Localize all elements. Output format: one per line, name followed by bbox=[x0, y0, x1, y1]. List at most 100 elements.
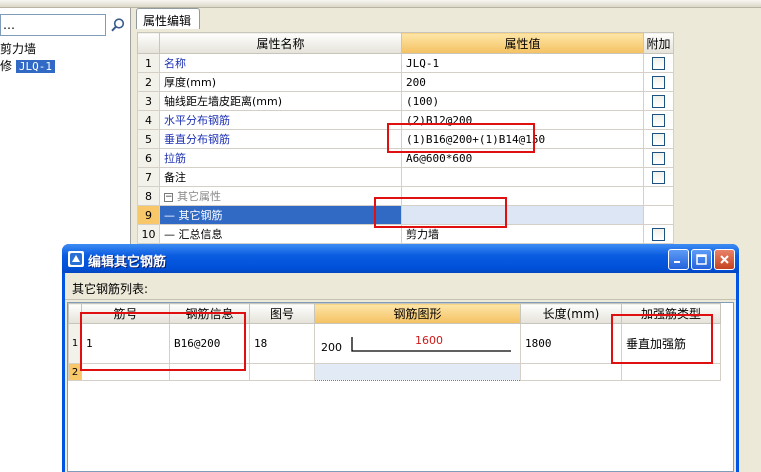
tab-property-edit[interactable]: 属性编辑 bbox=[136, 8, 200, 29]
column-header-type[interactable]: 加强筋类型 bbox=[621, 303, 721, 324]
table-row[interactable]: 6 拉筋 A6@600*600 bbox=[137, 148, 674, 168]
property-value[interactable]: (100) bbox=[401, 91, 644, 111]
rebar-num-cell[interactable]: 1 bbox=[81, 323, 170, 364]
table-row[interactable]: 9 — 其它钢筋 bbox=[137, 205, 674, 225]
extra-cell[interactable] bbox=[643, 91, 674, 111]
length-cell[interactable] bbox=[520, 363, 622, 381]
property-group[interactable]: − 其它属性 bbox=[159, 186, 402, 206]
column-header-extra[interactable]: 附加 bbox=[643, 32, 674, 54]
property-name: 垂直分布钢筋 bbox=[159, 129, 402, 149]
minimize-button[interactable] bbox=[668, 249, 689, 270]
rebar-shape-cell[interactable] bbox=[314, 363, 521, 381]
table-row[interactable]: 1 名称 JLQ-1 bbox=[137, 53, 674, 73]
shape-dim-main: 1600 bbox=[415, 333, 443, 347]
column-header-num[interactable]: 筋号 bbox=[81, 303, 170, 324]
rebar-grid-area: 筋号 钢筋信息 图号 钢筋图形 长度(mm) 加强筋类型 1 1 B16@200… bbox=[67, 302, 734, 472]
property-value bbox=[401, 186, 644, 206]
table-row[interactable]: 1 1 B16@200 18 200 1600 1800 垂直加强筋 bbox=[68, 323, 721, 364]
extra-cell[interactable] bbox=[643, 129, 674, 149]
tree-item-shear-wall[interactable]: 剪力墙 bbox=[0, 40, 36, 57]
extra-cell[interactable] bbox=[643, 148, 674, 168]
property-grid: 属性名称 属性值 附加 1 名称 JLQ-1 2 厚度(mm) 200 3 轴线… bbox=[137, 32, 674, 244]
row-number: 8 bbox=[137, 186, 160, 206]
figure-num-cell[interactable] bbox=[249, 363, 315, 381]
minimize-icon bbox=[674, 261, 680, 263]
table-row[interactable]: 5 垂直分布钢筋 (1)B16@200+(1)B14@150 bbox=[137, 129, 674, 149]
grid-corner bbox=[137, 32, 160, 54]
rebar-grid: 筋号 钢筋信息 图号 钢筋图形 长度(mm) 加强筋类型 1 1 B16@200… bbox=[68, 303, 721, 381]
extra-checkbox[interactable] bbox=[652, 56, 665, 70]
table-row[interactable]: 2 厚度(mm) 200 bbox=[137, 72, 674, 92]
row-number: 2 bbox=[68, 363, 82, 381]
maximize-button[interactable] bbox=[691, 249, 712, 270]
column-header-info[interactable]: 钢筋信息 bbox=[169, 303, 250, 324]
extra-checkbox[interactable] bbox=[652, 151, 665, 165]
extra-cell bbox=[643, 186, 674, 206]
column-header-length[interactable]: 长度(mm) bbox=[520, 303, 622, 324]
row-number: 4 bbox=[137, 110, 160, 130]
close-icon bbox=[720, 255, 729, 264]
rebar-info-cell[interactable] bbox=[169, 363, 250, 381]
extra-checkbox[interactable] bbox=[652, 227, 665, 241]
row-number: 6 bbox=[137, 148, 160, 168]
figure-num-cell[interactable]: 18 bbox=[249, 323, 315, 364]
extra-checkbox[interactable] bbox=[652, 94, 665, 108]
dialog-title: 编辑其它钢筋 bbox=[88, 255, 167, 270]
dialog-title-bar[interactable]: 编辑其它钢筋 bbox=[62, 244, 739, 273]
property-name: 轴线距左墙皮距离(mm) bbox=[159, 91, 402, 111]
table-row[interactable]: 10 — 汇总信息 剪力墙 bbox=[137, 224, 674, 244]
table-row[interactable]: 3 轴线距左墙皮距离(mm) (100) bbox=[137, 91, 674, 111]
property-value[interactable]: A6@600*600 bbox=[401, 148, 644, 168]
rebar-shape-cell[interactable]: 200 1600 bbox=[314, 323, 521, 364]
property-value[interactable]: (2)B12@200 bbox=[401, 110, 644, 130]
table-row[interactable]: 4 水平分布钢筋 (2)B12@200 bbox=[137, 110, 674, 130]
property-name: 水平分布钢筋 bbox=[159, 110, 402, 130]
extra-cell[interactable] bbox=[643, 53, 674, 73]
extra-checkbox[interactable] bbox=[652, 113, 665, 127]
extra-checkbox[interactable] bbox=[652, 170, 665, 184]
tree-item-label: 剪力墙 bbox=[0, 42, 37, 56]
property-value[interactable]: (1)B16@200+(1)B14@150 bbox=[401, 129, 644, 149]
extra-cell[interactable] bbox=[643, 72, 674, 92]
table-row[interactable]: 2 bbox=[68, 363, 721, 381]
collapse-icon[interactable]: − bbox=[164, 192, 173, 202]
grid-corner bbox=[68, 303, 82, 324]
tree-item-label: JLQ-1 bbox=[15, 60, 55, 73]
property-name: 名称 bbox=[159, 53, 402, 73]
row-number: 1 bbox=[137, 53, 160, 73]
search-icon bbox=[111, 18, 125, 32]
search-input[interactable]: … bbox=[0, 14, 106, 36]
toolbar-strip bbox=[0, 0, 761, 8]
column-header-fig[interactable]: 图号 bbox=[249, 303, 315, 324]
row-number: 2 bbox=[137, 72, 160, 92]
property-value[interactable]: JLQ-1 bbox=[401, 53, 644, 73]
rebar-info-cell[interactable]: B16@200 bbox=[169, 323, 250, 364]
divider bbox=[65, 299, 736, 300]
extra-checkbox[interactable] bbox=[652, 132, 665, 146]
column-header-shape[interactable]: 钢筋图形 bbox=[314, 303, 521, 324]
property-value[interactable] bbox=[401, 205, 644, 225]
column-header-value[interactable]: 属性值 bbox=[401, 32, 644, 54]
property-name: 厚度(mm) bbox=[159, 72, 402, 92]
rebar-num-cell[interactable] bbox=[81, 363, 170, 381]
property-value[interactable] bbox=[401, 167, 644, 187]
table-row[interactable]: 8 − 其它属性 bbox=[137, 186, 674, 206]
property-value[interactable]: 200 bbox=[401, 72, 644, 92]
length-cell[interactable]: 1800 bbox=[520, 323, 622, 364]
property-name: — 其它钢筋 bbox=[159, 205, 402, 225]
rebar-type-cell[interactable] bbox=[621, 363, 721, 381]
row-number: 7 bbox=[137, 167, 160, 187]
extra-cell[interactable] bbox=[643, 167, 674, 187]
rebar-type-cell[interactable]: 垂直加强筋 bbox=[621, 323, 721, 364]
search-button[interactable] bbox=[107, 14, 129, 36]
column-header-name[interactable]: 属性名称 bbox=[159, 32, 402, 54]
extra-cell[interactable] bbox=[643, 110, 674, 130]
close-button[interactable] bbox=[714, 249, 735, 270]
tree-item-jlq1[interactable]: 修 JLQ-1 bbox=[0, 57, 55, 74]
extra-cell[interactable] bbox=[643, 224, 674, 244]
extra-checkbox[interactable] bbox=[652, 75, 665, 89]
property-value[interactable]: 剪力墙 bbox=[401, 224, 644, 244]
row-number: 10 bbox=[137, 224, 160, 244]
table-row[interactable]: 7 备注 bbox=[137, 167, 674, 187]
dialog-body: 其它钢筋列表: 筋号 钢筋信息 图号 钢筋图形 长度(mm) 加强筋类型 1 1… bbox=[65, 273, 736, 472]
